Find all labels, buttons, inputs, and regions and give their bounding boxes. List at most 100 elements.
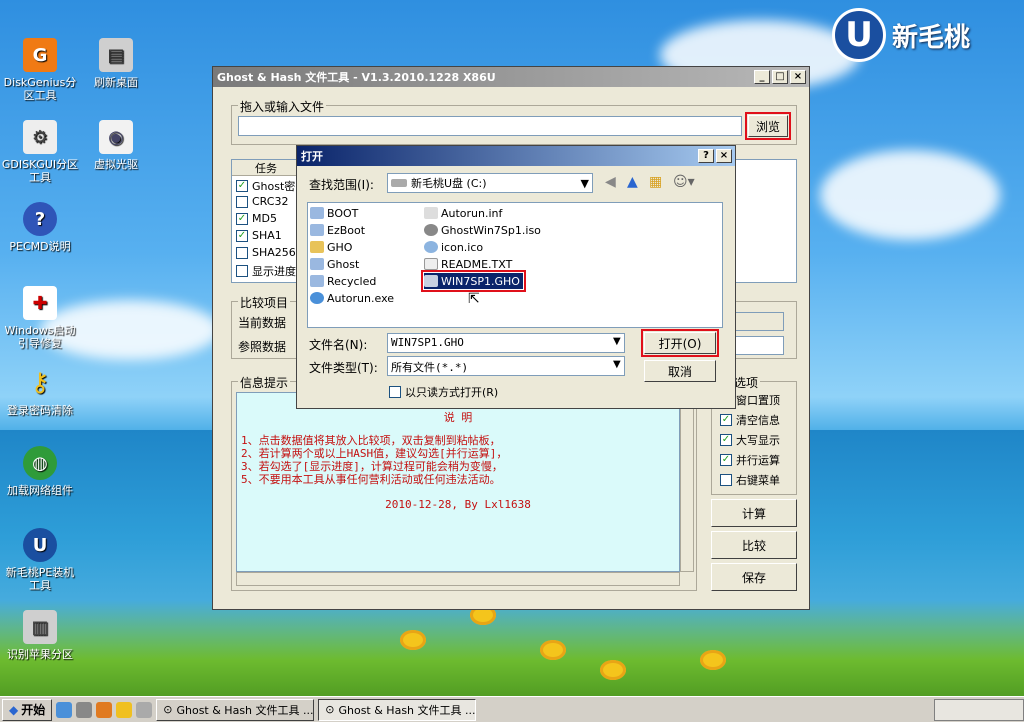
quick-launch-icon[interactable] [76,701,93,718]
list-item[interactable]: GHO [310,239,352,255]
list-item[interactable]: Ghost [310,256,359,272]
taskbar-task[interactable]: ⊙ Ghost & Hash 文件工具 ... [156,698,315,721]
info-scrollbar-horizontal[interactable] [236,572,680,586]
desktop-icon-apple-partition[interactable]: ▥ 识别苹果分区 [0,610,80,661]
desktop-icon-refresh[interactable]: ▤ 刷新桌面 [76,38,156,89]
desktop-icon-boot-repair[interactable]: ✚ Windows启动 引导修复 [0,286,80,350]
checkbox-icon [389,386,401,398]
file-path-input[interactable] [238,116,742,136]
desktop-icon-label: 虚拟光驱 [94,158,138,171]
quick-launch-icon[interactable] [56,701,73,718]
desktop-icon-label: DiskGenius分 区工具 [3,76,77,102]
readonly-checkbox[interactable]: 以只读方式打开(R) [389,384,498,400]
list-item[interactable]: README.TXT [424,256,512,272]
wallpaper-flower [700,650,726,670]
desktop-icon-installer[interactable]: U 新毛桃PE装机 工具 [0,528,80,592]
up-folder-icon[interactable]: ▲ [627,174,638,190]
task-label: MD5 [252,212,277,225]
info-scrollbar-vertical[interactable] [680,392,694,572]
desktop-icon-network[interactable]: ◍ 加载网络组件 [0,446,80,497]
dialog-close-button[interactable]: × [716,149,732,163]
option-parallel-checkbox[interactable]: ✓ 并行运算 [720,452,780,468]
wallpaper-flower [540,640,566,660]
logo-mark-icon: U [832,8,886,62]
globe-icon: ◍ [23,446,57,480]
minimize-button[interactable]: _ [754,70,770,84]
file-list[interactable]: BOOT EzBoot GHO Ghost Recycled Autorun.e… [307,202,723,328]
filetype-select[interactable]: 所有文件(*.*) [387,356,625,376]
new-folder-icon[interactable]: ▦ [649,174,662,190]
quick-launch-icon[interactable] [136,701,153,718]
brand-logo: U 新毛桃 [832,8,970,62]
look-in-select[interactable]: 新毛桃U盘 (C:) ▼ [387,173,593,193]
file-name: Recycled [327,274,377,288]
checkbox-icon [236,265,248,277]
task-sha256-checkbox[interactable]: SHA256 [236,246,296,259]
start-button[interactable]: ◆ 开始 [2,698,53,721]
current-data-field[interactable] [732,312,784,331]
quick-launch-icon[interactable] [116,701,133,718]
chevron-down-icon[interactable]: ▼ [613,359,621,370]
list-item[interactable]: BOOT [310,205,358,221]
view-menu-icon[interactable]: ☺▾ [673,174,695,190]
file-name: EzBoot [327,223,366,237]
task-crc32-checkbox[interactable]: CRC32 [236,195,288,208]
reference-data-field[interactable] [732,336,784,355]
folder-icon [310,224,324,236]
checkbox-icon: ✓ [236,212,248,225]
maximize-button[interactable]: □ [772,70,788,84]
task-progress-checkbox[interactable]: 显示进度 [236,263,296,279]
option-uppercase-checkbox[interactable]: ✓ 大写显示 [720,432,780,448]
help-button[interactable]: ? [698,149,714,163]
desktop-icon-label: PECMD说明 [9,240,71,253]
iso-file-icon [424,224,438,236]
quick-launch-icon[interactable] [96,701,113,718]
printer-icon: ▤ [99,38,133,72]
desktop-icon-pecmd[interactable]: ? PECMD说明 [0,202,80,253]
open-button[interactable]: 打开(O) [641,329,719,357]
desktop-icon-virtual-drive[interactable]: ◉ 虚拟光驱 [76,120,156,171]
option-label: 并行运算 [736,454,780,467]
chevron-down-icon: ▼ [580,176,589,190]
folder-icon [310,258,324,270]
compute-button[interactable]: 计算 [711,499,797,527]
cancel-button[interactable]: 取消 [644,360,716,382]
ghost-hash-titlebar[interactable]: Ghost & Hash 文件工具 - V1.3.2010.1228 X86U … [213,67,809,87]
list-item[interactable]: GhostWin7Sp1.iso [424,222,541,238]
filename-input[interactable]: WIN7SP1.GHO [387,333,625,353]
desktop-icon-password-clear[interactable]: ⚷ 登录密码清除 [0,366,80,418]
list-item[interactable]: Autorun.inf [424,205,502,221]
open-dialog-titlebar[interactable]: 打开 ? × [297,146,735,166]
list-item[interactable]: Autorun.exe [310,290,394,306]
option-label: 清空信息 [736,414,780,427]
task-md5-checkbox[interactable]: ✓ MD5 [236,212,277,225]
close-button[interactable]: × [790,70,806,84]
browse-button[interactable]: 浏览 [745,112,791,140]
info-text-area[interactable]: 说 明 1、点击数据值将其放入比较项，双击复制到粘帖板， 2、若计算两个或以上H… [236,392,680,572]
selected-file-item[interactable]: WIN7SP1.GHO [421,270,526,292]
option-label: 窗口置顶 [736,394,780,407]
back-icon[interactable]: ◀ [605,174,616,190]
list-item[interactable]: icon.ico [424,239,483,255]
list-item[interactable]: Recycled [310,273,376,289]
file-name: GhostWin7Sp1.iso [441,223,541,237]
task-sha1-checkbox[interactable]: ✓ SHA1 [236,229,282,242]
list-item[interactable]: EzBoot [310,222,365,238]
taskbar-task-active[interactable]: ⊙ Ghost & Hash 文件工具 ... [318,698,477,721]
option-context-menu-checkbox[interactable]: 右键菜单 [720,472,780,488]
first-aid-kit-icon: ✚ [23,286,57,320]
save-button[interactable]: 保存 [711,563,797,591]
wallpaper-grass [0,600,1024,700]
info-date: 2010-12-28, By Lxl1638 [385,498,531,511]
desktop-icon-gdiskgui[interactable]: ⚙ GDISKGUI分区 工具 [0,120,80,184]
desktop-icon-label: 新毛桃PE装机 工具 [5,566,75,592]
task-ghost-checkbox[interactable]: ✓ Ghost密 [236,178,295,194]
compare-button[interactable]: 比较 [711,531,797,559]
system-tray[interactable] [934,698,1024,721]
chevron-down-icon[interactable]: ▼ [613,336,621,347]
start-label: 开始 [21,703,46,717]
drive-icon [391,179,407,187]
option-clear-checkbox[interactable]: ✓ 清空信息 [720,412,780,428]
desktop-icon-diskgenius[interactable]: G DiskGenius分 区工具 [0,38,80,102]
checkbox-icon [720,474,732,486]
